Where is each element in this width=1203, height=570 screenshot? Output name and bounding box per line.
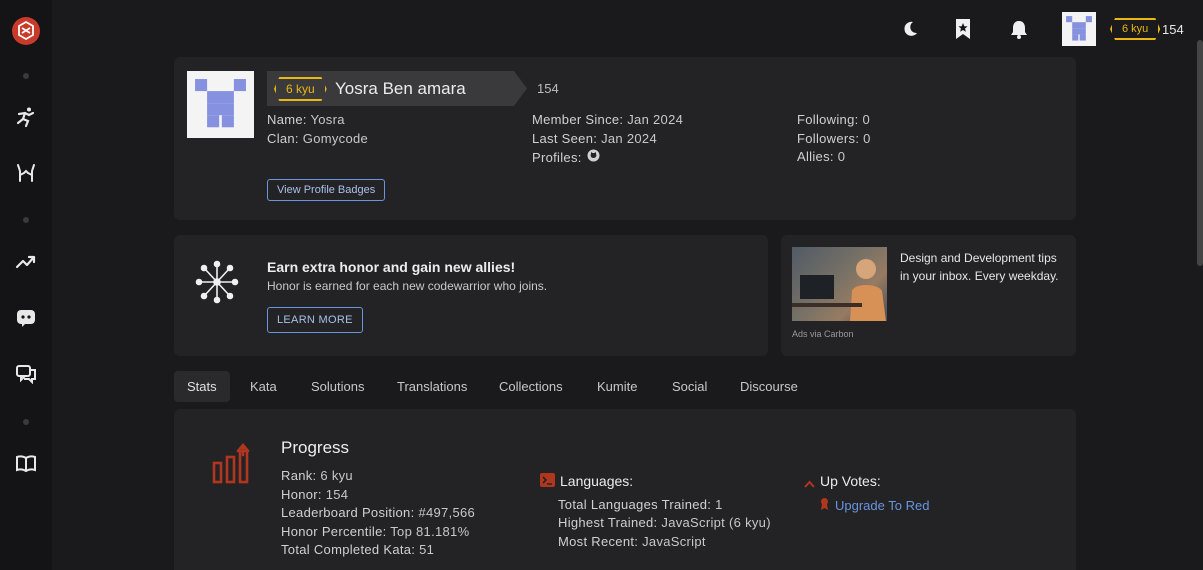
ads-via-carbon[interactable]: Ads via Carbon [792,329,854,339]
carbon-ad-card: Design and Development tips in your inbo… [781,235,1076,356]
discord-icon[interactable] [13,305,39,331]
ribbon-icon [820,497,829,514]
most-recent-row: Most Recent: JavaScript [558,534,706,549]
tab-solutions[interactable]: Solutions [298,371,377,402]
stats-card: Progress Rank: 6 kyu Honor: 154 Leaderbo… [174,409,1076,570]
chevron-up-icon [804,475,815,493]
upvotes-title: Up Votes: [820,473,881,489]
allies-row: Allies: 0 [797,149,846,164]
profile-card: 6 kyu Yosra Ben amara 154 Name: Yosra Cl… [174,57,1076,220]
rank-row: Rank: 6 kyu [281,468,353,483]
highest-trained-row: Highest Trained: JavaScript (6 kyu) [558,515,771,530]
leaderboard-icon[interactable] [13,249,39,275]
member-since-row: Member Since: Jan 2024 [532,112,684,127]
profile-honor: 154 [537,81,559,96]
last-seen-row: Last Seen: Jan 2024 [532,131,657,146]
terminal-icon [540,473,555,487]
docs-book-icon[interactable] [13,450,39,476]
github-icon[interactable] [587,149,600,165]
scrollbar[interactable] [1197,40,1203,266]
learn-more-button[interactable]: LEARN MORE [267,307,363,333]
sidebar-divider [23,217,29,223]
tab-translations[interactable]: Translations [384,371,480,402]
progress-chart-icon [211,442,259,490]
languages-title: Languages: [560,473,634,489]
notifications-bell-icon[interactable] [1004,14,1034,44]
sidebar-divider [23,73,29,79]
tab-social[interactable]: Social [659,371,720,402]
kumite-icon[interactable] [13,160,39,186]
followers-row: Followers: 0 [797,131,871,146]
profile-avatar [187,71,254,138]
promo-title: Earn extra honor and gain new allies! [267,259,516,275]
tab-discourse[interactable]: Discourse [727,371,811,402]
following-row: Following: 0 [797,112,870,127]
rank-badge: 6 kyu [1110,18,1161,40]
codewars-logo-icon[interactable] [11,16,41,46]
ad-text[interactable]: Design and Development tips in your inbo… [900,249,1066,285]
profile-rank-badge: 6 kyu [274,77,327,101]
network-icon [194,259,240,310]
referral-promo-card: Earn extra honor and gain new allies! Ho… [174,235,768,356]
honor-count: 154 [1162,22,1184,37]
discussion-icon[interactable] [13,361,39,387]
upgrade-to-red-link[interactable]: Upgrade To Red [820,497,929,514]
view-profile-badges-button[interactable]: View Profile Badges [267,179,386,201]
tab-kata[interactable]: Kata [237,371,290,402]
completed-kata-row: Total Completed Kata: 51 [281,542,435,557]
sidebar [0,0,52,570]
ad-image[interactable] [792,247,887,321]
tab-collections[interactable]: Collections [486,371,576,402]
tab-stats[interactable]: Stats [174,371,230,402]
leaderboard-row: Leaderboard Position: #497,566 [281,505,476,520]
avatar[interactable] [1062,12,1096,46]
total-languages-row: Total Languages Trained: 1 [558,497,723,512]
tab-kumite[interactable]: Kumite [584,371,650,402]
profiles-row: Profiles: [532,149,600,165]
percentile-row: Honor Percentile: Top 81.181% [281,524,470,539]
sidebar-divider [23,419,29,425]
name-row: Name: Yosra [267,112,345,127]
promo-text: Honor is earned for each new codewarrior… [267,279,548,293]
profile-username: Yosra Ben amara [335,79,466,98]
dark-mode-moon-icon[interactable] [895,14,925,44]
bookmark-icon[interactable] [948,14,978,44]
clan-row: Clan: Gomycode [267,131,369,146]
progress-title: Progress [281,438,350,457]
honor-row: Honor: 154 [281,487,349,502]
practice-icon[interactable] [13,104,39,130]
